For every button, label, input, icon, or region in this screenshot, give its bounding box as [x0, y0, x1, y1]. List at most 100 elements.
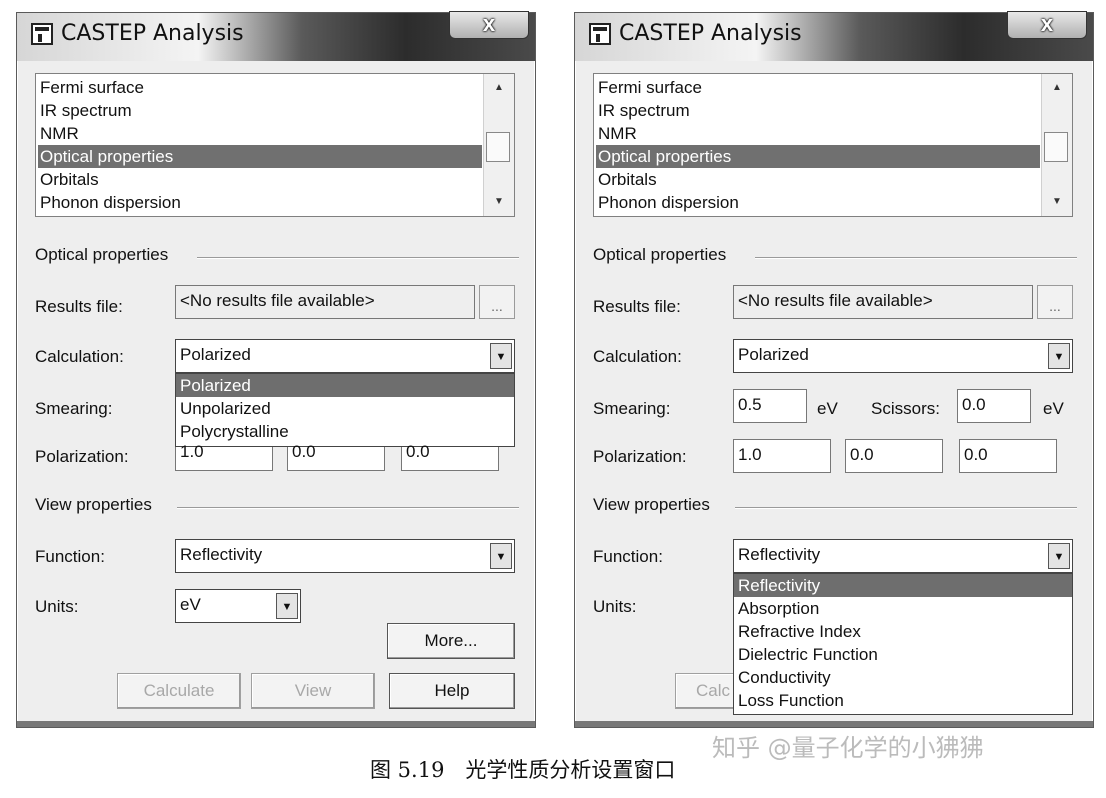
list-item[interactable]: NMR	[596, 122, 1040, 145]
function-dropdown[interactable]: Reflectivity Absorption Refractive Index…	[733, 573, 1073, 715]
units-select[interactable]: eV ▼	[175, 589, 301, 623]
scroll-up-icon[interactable]: ▲	[484, 76, 514, 100]
group-divider	[177, 507, 519, 509]
window-title: CASTEP Analysis	[61, 21, 244, 46]
calculation-dropdown[interactable]: Polarized Unpolarized Polycrystalline	[175, 373, 515, 447]
scissors-unit: eV	[1043, 399, 1064, 418]
view-properties-group-label: View properties	[593, 495, 710, 514]
function-label: Function:	[593, 547, 663, 566]
list-scrollbar[interactable]: ▲ ▼	[483, 74, 514, 216]
more-button[interactable]: More...	[387, 623, 515, 659]
list-item[interactable]: Orbitals	[38, 168, 482, 191]
dropdown-option[interactable]: Loss Function	[734, 689, 1072, 712]
calculation-label: Calculation:	[35, 347, 124, 366]
castep-analysis-window-right: CASTEP Analysis x Fermi surface IR spect…	[574, 11, 1094, 728]
analysis-type-list[interactable]: Fermi surface IR spectrum NMR Optical pr…	[35, 73, 515, 217]
function-label: Function:	[35, 547, 105, 566]
group-divider	[735, 507, 1077, 509]
optical-properties-group-label: Optical properties	[593, 245, 727, 264]
optical-properties-group-label: Optical properties	[35, 245, 169, 264]
window-border	[17, 721, 535, 727]
calculation-select[interactable]: Polarized ▼	[175, 339, 515, 373]
analysis-type-list[interactable]: Fermi surface IR spectrum NMR Optical pr…	[593, 73, 1073, 217]
dropdown-option[interactable]: Absorption	[734, 597, 1072, 620]
window-icon	[589, 23, 611, 45]
list-item[interactable]: IR spectrum	[596, 99, 1040, 122]
list-item-selected[interactable]: Optical properties	[38, 145, 482, 168]
browse-button[interactable]: ...	[479, 285, 515, 319]
function-value: Reflectivity	[180, 545, 263, 564]
scissors-label: Scissors:	[871, 399, 940, 418]
polarization-z-field[interactable]: 0.0	[401, 443, 499, 471]
chevron-down-icon[interactable]: ▼	[490, 543, 512, 569]
close-button[interactable]: x	[449, 11, 529, 39]
group-divider	[755, 257, 1077, 259]
scroll-up-icon[interactable]: ▲	[1042, 76, 1072, 100]
list-item[interactable]: NMR	[38, 122, 482, 145]
view-properties-group-label: View properties	[35, 495, 152, 514]
smearing-label: Smearing:	[35, 399, 113, 418]
function-select[interactable]: Reflectivity ▼	[175, 539, 515, 573]
list-item[interactable]: Orbitals	[596, 168, 1040, 191]
scissors-field[interactable]: 0.0	[957, 389, 1031, 423]
calculation-label: Calculation:	[593, 347, 682, 366]
units-label: Units:	[593, 597, 637, 616]
function-select[interactable]: Reflectivity ▼	[733, 539, 1073, 573]
chevron-down-icon[interactable]: ▼	[1048, 343, 1070, 369]
browse-button[interactable]: ...	[1037, 285, 1073, 319]
close-button[interactable]: x	[1007, 11, 1087, 39]
polarization-label: Polarization:	[35, 447, 129, 466]
scroll-thumb[interactable]	[486, 132, 510, 162]
window-title: CASTEP Analysis	[619, 21, 802, 46]
title-bar[interactable]: CASTEP Analysis x	[575, 11, 1093, 61]
list-item-selected[interactable]: Optical properties	[596, 145, 1040, 168]
castep-analysis-window-left: CASTEP Analysis x Fermi surface IR spect…	[16, 11, 536, 728]
dropdown-option[interactable]: Polarized	[176, 374, 514, 397]
list-item[interactable]: Fermi surface	[596, 76, 1040, 99]
view-button[interactable]: View	[251, 673, 375, 709]
list-item[interactable]: IR spectrum	[38, 99, 482, 122]
list-item[interactable]: Phonon dispersion	[38, 191, 482, 214]
units-value: eV	[180, 595, 201, 614]
dropdown-option[interactable]: Refractive Index	[734, 620, 1072, 643]
figure-caption: 图 5.19 光学性质分析设置窗口	[370, 758, 676, 782]
window-icon	[31, 23, 53, 45]
dropdown-option[interactable]: Reflectivity	[734, 574, 1072, 597]
list-item[interactable]: Phonon dispersion	[596, 191, 1040, 214]
polarization-z-field[interactable]: 0.0	[959, 439, 1057, 473]
window-border	[575, 721, 1093, 727]
group-divider	[197, 257, 519, 259]
scroll-down-icon[interactable]: ▼	[1042, 190, 1072, 214]
chevron-down-icon[interactable]: ▼	[490, 343, 512, 369]
polarization-y-field[interactable]: 0.0	[287, 443, 385, 471]
results-file-label: Results file:	[35, 297, 123, 316]
units-label: Units:	[35, 597, 79, 616]
smearing-unit: eV	[817, 399, 838, 418]
smearing-field[interactable]: 0.5	[733, 389, 807, 423]
help-button[interactable]: Help	[389, 673, 515, 709]
results-file-label: Results file:	[593, 297, 681, 316]
watermark: 知乎 @量子化学的小狒狒	[712, 734, 984, 762]
scroll-thumb[interactable]	[1044, 132, 1068, 162]
smearing-label: Smearing:	[593, 399, 671, 418]
dropdown-option[interactable]: Dielectric Function	[734, 643, 1072, 666]
dropdown-option[interactable]: Conductivity	[734, 666, 1072, 689]
scroll-down-icon[interactable]: ▼	[484, 190, 514, 214]
list-item[interactable]: Fermi surface	[38, 76, 482, 99]
function-value: Reflectivity	[738, 545, 821, 564]
dropdown-option[interactable]: Polycrystalline	[176, 420, 514, 443]
polarization-x-field[interactable]: 1.0	[175, 443, 273, 471]
dropdown-option[interactable]: Unpolarized	[176, 397, 514, 420]
chevron-down-icon[interactable]: ▼	[1048, 543, 1070, 569]
calculation-select[interactable]: Polarized ▼	[733, 339, 1073, 373]
calculate-button[interactable]: Calculate	[117, 673, 241, 709]
list-scrollbar[interactable]: ▲ ▼	[1041, 74, 1072, 216]
calculation-value: Polarized	[738, 345, 809, 364]
chevron-down-icon[interactable]: ▼	[276, 593, 298, 619]
polarization-label: Polarization:	[593, 447, 687, 466]
results-file-field: <No results file available>	[175, 285, 475, 319]
polarization-y-field[interactable]: 0.0	[845, 439, 943, 473]
polarization-x-field[interactable]: 1.0	[733, 439, 831, 473]
title-bar[interactable]: CASTEP Analysis x	[17, 11, 535, 61]
calculation-value: Polarized	[180, 345, 251, 364]
